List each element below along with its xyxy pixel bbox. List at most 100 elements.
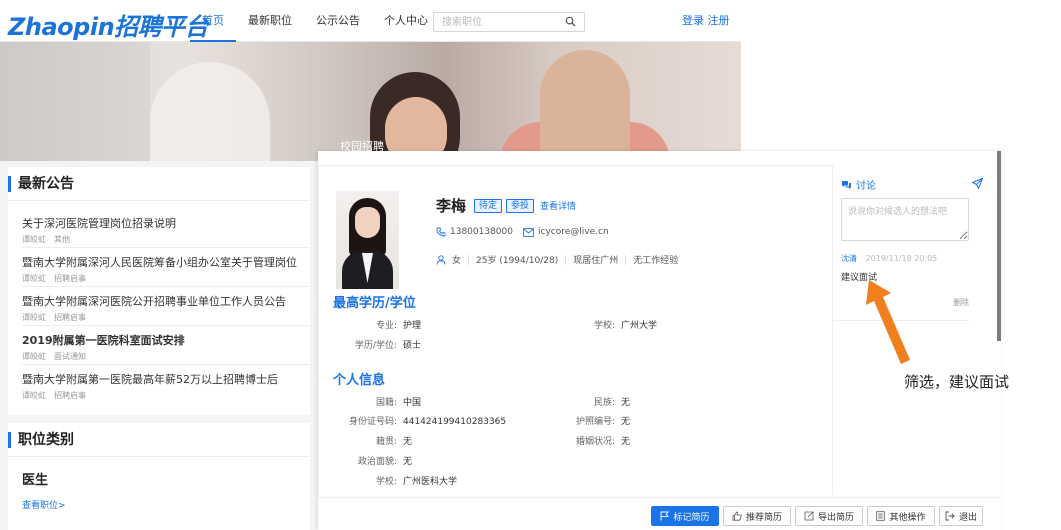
education-school: 学校: 广州大学	[565, 318, 657, 331]
announcement-item[interactable]: 关于深河医院管理岗位招录说明 谭皎虹 其他	[22, 209, 310, 248]
mark-resume-button[interactable]: 标记简历	[651, 506, 719, 526]
candidate-gender: 女	[452, 256, 462, 266]
announcement-meta: 谭皎虹 招聘启事	[22, 390, 310, 401]
field-label: 身份证号码:	[348, 417, 397, 427]
view-details-link[interactable]: 查看详情	[540, 199, 576, 212]
announcement-author: 谭皎虹	[22, 235, 46, 244]
education-major: 专业: 护理	[333, 318, 421, 331]
job-categories-title: 职位类别	[8, 423, 310, 457]
top-navigation-bar: Zhaopin招聘平台 首页 最新职位 公示公告 个人中心 登录 注册	[0, 0, 741, 42]
field-label: 籍贯:	[375, 437, 397, 447]
field-value: 无	[621, 398, 631, 408]
recommend-resume-button[interactable]: 推荐简历	[723, 506, 791, 526]
announcement-item[interactable]: 暨南大学附属第一医院最高年薪52万以上招聘博士后 谭皎虹 招聘启事	[22, 365, 310, 404]
announcement-item[interactable]: 暨南大学附属深河医院公开招聘事业单位工作人员公告 谭皎虹 招聘启事	[22, 287, 310, 326]
education-degree: 学历/学位: 硕士	[333, 338, 421, 351]
search-icon[interactable]	[565, 16, 576, 27]
flag-icon	[661, 511, 670, 521]
personal-political-status: 政治面貌: 无	[333, 454, 412, 467]
photo-face	[355, 207, 380, 238]
candidate-name: 李梅	[436, 197, 467, 215]
announcement-author: 谭皎虹	[22, 391, 46, 400]
field-value: 441424199410283365	[403, 417, 507, 427]
exit-button[interactable]: 退出	[939, 506, 983, 526]
left-column: 最新公告 关于深河医院管理岗位招录说明 谭皎虹 其他 暨南大学附属深河人民医院筹备…	[0, 161, 318, 530]
auth-links: 登录 注册	[682, 0, 730, 42]
announcement-item[interactable]: 2019附属第一医院科室面试安排 谭皎虹 面试通知	[22, 326, 310, 365]
candidate-header: 李梅 待定 参投 查看详情	[436, 195, 576, 216]
field-value: 中国	[403, 398, 422, 408]
announcement-title: 暨南大学附属深河医院公开招聘事业单位工作人员公告	[22, 295, 286, 308]
job-search-input[interactable]	[434, 13, 554, 31]
field-value: 无	[403, 457, 413, 467]
announcement-title: 2019附属第一医院科室面试安排	[22, 334, 185, 347]
field-value: 无	[621, 437, 631, 447]
send-icon[interactable]	[972, 178, 983, 189]
campus-banner[interactable]: 校园招聘	[0, 42, 741, 161]
delete-comment-link[interactable]: 删除	[953, 297, 969, 308]
candidate-age: 25岁 (1994/10/28)	[476, 256, 559, 266]
announcement-meta: 谭皎虹 其他	[22, 234, 310, 245]
personal-nationality: 国籍: 中国	[333, 395, 421, 408]
personal-marital-status: 婚姻状况: 无	[565, 434, 630, 447]
discussion-title: 讨论	[856, 181, 876, 192]
export-resume-button[interactable]: 导出简历	[795, 506, 863, 526]
button-label: 标记简历	[673, 512, 710, 523]
personal-native-place: 籍贯: 无	[333, 434, 412, 447]
phone-icon	[436, 227, 446, 237]
personal-license-number: 护照编号: 无	[565, 414, 630, 427]
panel-scrollbar[interactable]	[997, 151, 1001, 341]
annotation-arrow-icon	[866, 280, 910, 364]
person-icon	[436, 254, 446, 265]
banner-photo-left	[0, 42, 150, 161]
nav-item-home[interactable]: 首页	[190, 0, 236, 42]
document-icon	[876, 511, 886, 521]
nav-item-latest-jobs[interactable]: 最新职位	[236, 0, 304, 42]
field-value: 广州大学	[621, 321, 658, 331]
login-link[interactable]: 登录	[682, 14, 704, 27]
other-actions-button[interactable]: 其他操作	[867, 506, 935, 526]
main-nav: 首页 最新职位 公示公告 个人中心	[190, 0, 440, 42]
announcements-title: 最新公告	[8, 167, 310, 201]
field-label: 国籍:	[375, 398, 397, 408]
announcement-list: 关于深河医院管理岗位招录说明 谭皎虹 其他 暨南大学附属深河人民医院筹备小组办公室…	[8, 201, 310, 404]
chat-icon	[842, 180, 851, 189]
field-value: 无	[621, 417, 631, 427]
banner-photo-head	[540, 50, 630, 161]
status-badge: 待定	[474, 198, 503, 213]
job-search-box	[433, 12, 585, 32]
personal-id-number: 身份证号码: 441424199410283365	[333, 414, 506, 427]
comment-meta: 沈清 2019/11/18 20:05	[841, 253, 937, 264]
announcement-title: 暨南大学附属第一医院最高年薪52万以上招聘博士后	[22, 373, 278, 386]
job-category-name[interactable]: 医生	[8, 457, 310, 488]
candidate-phone: 13800138000	[450, 227, 513, 237]
field-label: 学历/学位:	[354, 341, 397, 351]
candidate-contact: 13800138000 icycore@live.cn	[436, 227, 609, 237]
announcement-meta: 谭皎虹 招聘启事	[22, 312, 310, 323]
discussion-header: 讨论	[841, 177, 876, 192]
view-jobs-link[interactable]: 查看职位>	[8, 488, 310, 511]
discussion-input[interactable]	[841, 198, 969, 241]
field-label: 专业:	[375, 321, 397, 331]
candidate-location: 现居住广州	[573, 256, 619, 266]
field-value: 护理	[403, 321, 422, 331]
apply-badge: 参投	[506, 198, 535, 213]
field-value: 硕士	[403, 341, 422, 351]
field-value: 无	[403, 437, 413, 447]
field-label: 学校:	[593, 321, 615, 331]
personal-school: 学校: 广州医科大学	[333, 474, 457, 487]
nav-item-personal-center[interactable]: 个人中心	[372, 0, 440, 42]
announcement-author: 谭皎虹	[22, 352, 46, 361]
field-label: 婚姻状况:	[575, 437, 615, 447]
personal-ethnicity: 民族: 无	[565, 395, 630, 408]
site-logo[interactable]: Zhaopin招聘平台	[8, 7, 209, 42]
email-icon	[523, 227, 534, 237]
announcement-item[interactable]: 暨南大学附属深河人民医院筹备小组办公室关于管理岗位 谭皎虹 招聘启事	[22, 248, 310, 287]
register-link[interactable]: 注册	[708, 14, 730, 27]
job-categories-card: 职位类别 医生 查看职位>	[8, 423, 310, 530]
comment-author[interactable]: 沈清	[841, 254, 857, 263]
thumbs-up-icon	[732, 511, 742, 521]
candidate-experience: 无工作经验	[633, 256, 679, 266]
export-icon	[804, 511, 814, 521]
nav-item-announcements[interactable]: 公示公告	[304, 0, 372, 42]
